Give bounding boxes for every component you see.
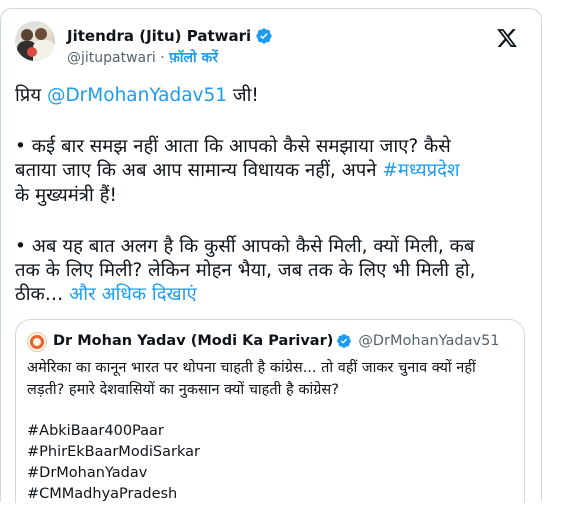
handle-separator: · — [160, 50, 165, 66]
salutation-prefix: प्रिय — [15, 85, 47, 106]
salutation-suffix: जी! — [227, 85, 259, 106]
quoted-hashtag[interactable]: #PhirEkBaarModiSarkar — [27, 442, 200, 463]
author-handle[interactable]: @jitupatwari — [67, 50, 156, 66]
quoted-hashtag[interactable]: #DrMohanYadav — [27, 463, 147, 484]
author-handle-row: @jitupatwari · फ़ॉलो करें — [67, 48, 218, 67]
tweet-para2-line3: ठीक… और अधिक दिखाएं — [15, 283, 535, 307]
author-avatar[interactable] — [15, 21, 55, 61]
quoted-author-name[interactable]: Dr Mohan Yadav (Modi Ka Parivar) — [53, 333, 333, 349]
tweet-salutation: प्रिय @DrMohanYadav51 जी! — [15, 84, 535, 108]
quoted-author-handle[interactable]: @DrMohanYadav51 — [358, 333, 499, 349]
tweet-para2-line2: तक के लिए मिली? लेकिन मोहन भैया, जब तक क… — [15, 260, 476, 281]
quoted-header: Dr Mohan Yadav (Modi Ka Parivar) @DrMoha… — [53, 333, 500, 349]
tweet-para1-line3: के मुख्यमंत्री हैं! — [15, 185, 117, 206]
quoted-avatar[interactable] — [27, 332, 47, 352]
quoted-tweet[interactable]: Dr Mohan Yadav (Modi Ka Parivar) @DrMoha… — [15, 319, 525, 503]
show-more-link[interactable]: और अधिक दिखाएं — [69, 284, 197, 305]
hashtag-link[interactable]: #मध्यप्रदेश — [382, 160, 459, 181]
tweet-para1-line1: • कई बार समझ नहीं आता कि आपको कैसे समझाय… — [15, 136, 451, 157]
quoted-hashtag[interactable]: #AbkiBaar400Paar — [27, 421, 164, 442]
x-logo-icon[interactable] — [495, 27, 519, 49]
verified-badge-icon — [337, 334, 352, 348]
quoted-text-line1: अमेरिका का कानून भारत पर थोपना चाहती है … — [27, 360, 476, 376]
author-name-row[interactable]: Jitendra (Jitu) Patwari — [67, 26, 273, 46]
author-name[interactable]: Jitendra (Jitu) Patwari — [67, 27, 251, 45]
tweet-card: Jitendra (Jitu) Patwari @jitupatwari · फ… — [0, 8, 542, 503]
quoted-text-line2: लड़ती? हमारे देशवासियों का नुकसान क्यों … — [27, 382, 339, 398]
verified-badge-icon — [256, 28, 272, 44]
tweet-para2-line1: • अब यह बात अलग है कि कुर्सी आपको कैसे म… — [15, 236, 475, 257]
para1-text: बताया जाए कि अब आप सामान्य विधायक नहीं, … — [15, 160, 383, 181]
para2-text: ठीक… — [15, 284, 70, 305]
mention-link[interactable]: @DrMohanYadav51 — [47, 85, 227, 106]
tweet-para1-line2: बताया जाए कि अब आप सामान्य विधायक नहीं, … — [15, 159, 535, 183]
follow-button[interactable]: फ़ॉलो करें — [169, 50, 218, 66]
